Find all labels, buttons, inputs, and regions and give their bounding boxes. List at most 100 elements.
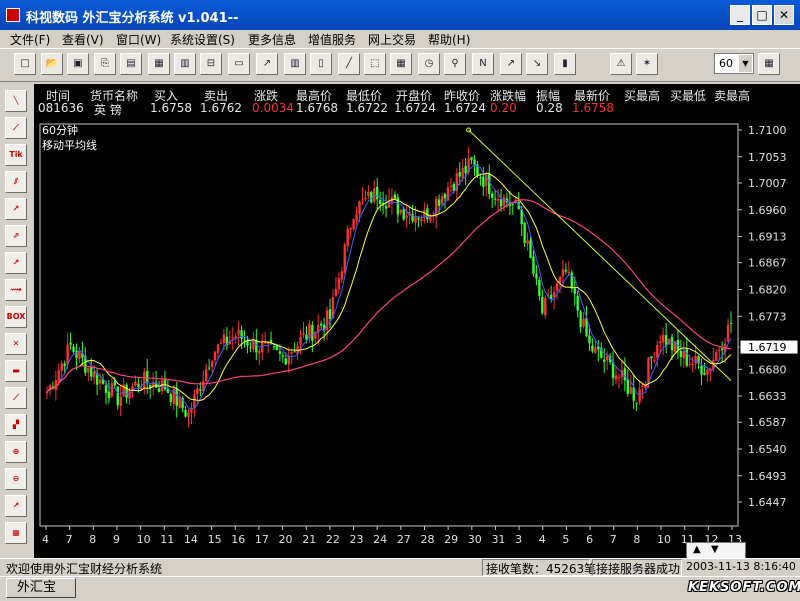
close-button[interactable]: ✕ bbox=[774, 5, 794, 25]
y-tick-label: 1.7100 bbox=[748, 124, 787, 137]
open-button[interactable]: 📂 bbox=[41, 53, 63, 75]
panel-button[interactable]: ▮ bbox=[554, 53, 576, 75]
candle-body bbox=[355, 214, 358, 222]
candle-body bbox=[437, 199, 441, 206]
grid-icon: ▥ bbox=[180, 58, 190, 69]
candle-body bbox=[258, 351, 261, 354]
tool-arrow-up-button[interactable]: ↗ bbox=[5, 198, 27, 220]
BOX-icon: BOX bbox=[6, 312, 26, 321]
indicator-button[interactable]: ▥ bbox=[284, 53, 306, 75]
candle-body bbox=[134, 381, 137, 386]
new-file-button[interactable]: □ bbox=[14, 53, 36, 75]
price-chart[interactable]: 1.7100 1.7053 1.7007 1.6960 1.6913 1.6867 1.68… bbox=[34, 118, 800, 558]
window-button[interactable]: ▭ bbox=[228, 53, 250, 75]
layout-button[interactable]: ▥ bbox=[174, 53, 196, 75]
candle-body bbox=[255, 341, 258, 353]
quote-value: 1.6724 bbox=[444, 101, 486, 115]
candle-body bbox=[272, 345, 276, 347]
book-button[interactable]: ▯ bbox=[310, 53, 332, 75]
taskbar-app-button[interactable]: 外汇宝 bbox=[6, 578, 76, 598]
settings-button[interactable]: ✶ bbox=[636, 53, 658, 75]
table-button[interactable]: ▦ bbox=[390, 53, 412, 75]
tool-zoom-out-button[interactable]: ⊖ bbox=[5, 468, 27, 490]
menu-file[interactable]: 文件(F) bbox=[10, 31, 50, 48]
tool-channel-button[interactable]: ⫽ bbox=[5, 171, 27, 193]
calc-button[interactable]: ▦ bbox=[148, 53, 170, 75]
copy-button[interactable]: ⎘ bbox=[94, 53, 116, 75]
menu-help[interactable]: 帮助(H) bbox=[428, 31, 470, 48]
table-view-button[interactable]: ▦ bbox=[758, 53, 780, 75]
draw-button[interactable]: ╱ bbox=[338, 53, 360, 75]
tick-button[interactable]: ⚲ bbox=[444, 53, 466, 75]
menu-more-info[interactable]: 更多信息 bbox=[248, 31, 296, 48]
candle-body bbox=[378, 199, 382, 205]
x-tick-label: 31 bbox=[491, 533, 505, 546]
candle-body bbox=[278, 351, 282, 354]
navigator-down-icon[interactable]: ▼ bbox=[711, 544, 719, 555]
tool-eraser-button[interactable]: ▬ bbox=[5, 360, 27, 382]
alert-button[interactable]: ⚠ bbox=[610, 53, 632, 75]
trend-line[interactable] bbox=[468, 129, 732, 382]
tool-parallel-button[interactable]: ⇗ bbox=[5, 225, 27, 247]
candle-body bbox=[352, 219, 355, 230]
trade-down-button[interactable]: ↘ bbox=[526, 53, 548, 75]
zoom-button[interactable]: ⬚ bbox=[364, 53, 386, 75]
y-tick-label: 1.6820 bbox=[748, 284, 787, 297]
candle-body bbox=[287, 355, 290, 365]
tool-BOX-button[interactable]: BOX bbox=[5, 306, 27, 328]
period-select[interactable]: 60 ▼ bbox=[714, 53, 754, 74]
tool-Tik-button[interactable]: Tik bbox=[5, 144, 27, 166]
menu-window[interactable]: 窗口(W) bbox=[116, 31, 161, 48]
navigator-up-icon[interactable]: ▲ bbox=[693, 544, 701, 555]
print-button[interactable]: ▤ bbox=[120, 53, 142, 75]
chart-button[interactable]: ↗ bbox=[256, 53, 278, 75]
chart-canvas[interactable]: 1.7100 1.7053 1.7007 1.6960 1.6913 1.6867 1.68… bbox=[34, 118, 800, 558]
book-icon: ▯ bbox=[318, 58, 324, 69]
candle-body bbox=[190, 408, 193, 413]
split-icon: ⊟ bbox=[206, 58, 216, 69]
taskbar bbox=[0, 576, 800, 601]
minimize-button[interactable]: _ bbox=[730, 5, 750, 25]
new-badge-button[interactable]: N bbox=[472, 53, 494, 75]
candle-body bbox=[473, 159, 476, 165]
tool-trend-line-button[interactable]: ╲ bbox=[5, 90, 27, 112]
tool-fan-line-button[interactable]: ⟋ bbox=[5, 117, 27, 139]
clock-button[interactable]: ◷ bbox=[418, 53, 440, 75]
save-button[interactable]: ▣ bbox=[67, 53, 89, 75]
tool-delete-button[interactable]: ✕ bbox=[5, 333, 27, 355]
candle-body bbox=[582, 318, 585, 327]
x-tick-label: 24 bbox=[373, 533, 387, 546]
arrow-up-icon: ↗ bbox=[12, 204, 20, 213]
quote-value: 0.0034 bbox=[252, 101, 294, 115]
candle-body bbox=[249, 347, 252, 349]
trade-up-button[interactable]: ↗ bbox=[500, 53, 522, 75]
menu-settings[interactable]: 系统设置(S) bbox=[170, 31, 235, 48]
tool-line-chart-button[interactable]: ↗ bbox=[5, 495, 27, 517]
tool-zigzag-button[interactable]: ⟿ bbox=[5, 279, 27, 301]
window-icon: ▭ bbox=[234, 58, 244, 69]
candle-body bbox=[538, 279, 541, 296]
quote-value: 1.6724 bbox=[394, 101, 436, 115]
chart-indicator-label: 移动平均线 bbox=[42, 138, 97, 152]
candle-body bbox=[66, 344, 69, 365]
candle-body bbox=[541, 297, 544, 314]
candle-body bbox=[219, 342, 223, 344]
menu-online-trade[interactable]: 网上交易 bbox=[368, 31, 416, 48]
quote-value: 0.28 bbox=[536, 101, 563, 115]
candle-body bbox=[222, 334, 226, 343]
candle-body bbox=[594, 347, 597, 353]
menu-value-added[interactable]: 增值服务 bbox=[308, 31, 356, 48]
maximize-button[interactable]: □ bbox=[752, 5, 772, 25]
candle-body bbox=[199, 389, 202, 391]
menu-view[interactable]: 查看(V) bbox=[62, 31, 104, 48]
quote-header: 卖最高 bbox=[714, 89, 751, 103]
tool-chart-b-button[interactable]: ▞ bbox=[5, 414, 27, 436]
candle-body bbox=[523, 222, 526, 243]
tool-ray-button[interactable]: ↗ bbox=[5, 252, 27, 274]
split-button[interactable]: ⊟ bbox=[200, 53, 222, 75]
tool-zoom-in-button[interactable]: ⊕ bbox=[5, 441, 27, 463]
tool-bar-chart-button[interactable]: ▦ bbox=[5, 522, 27, 544]
candle-body bbox=[337, 278, 341, 290]
tool-chart-a-button[interactable]: ⟋ bbox=[5, 387, 27, 409]
line-tool-icon: ╱ bbox=[345, 58, 353, 69]
